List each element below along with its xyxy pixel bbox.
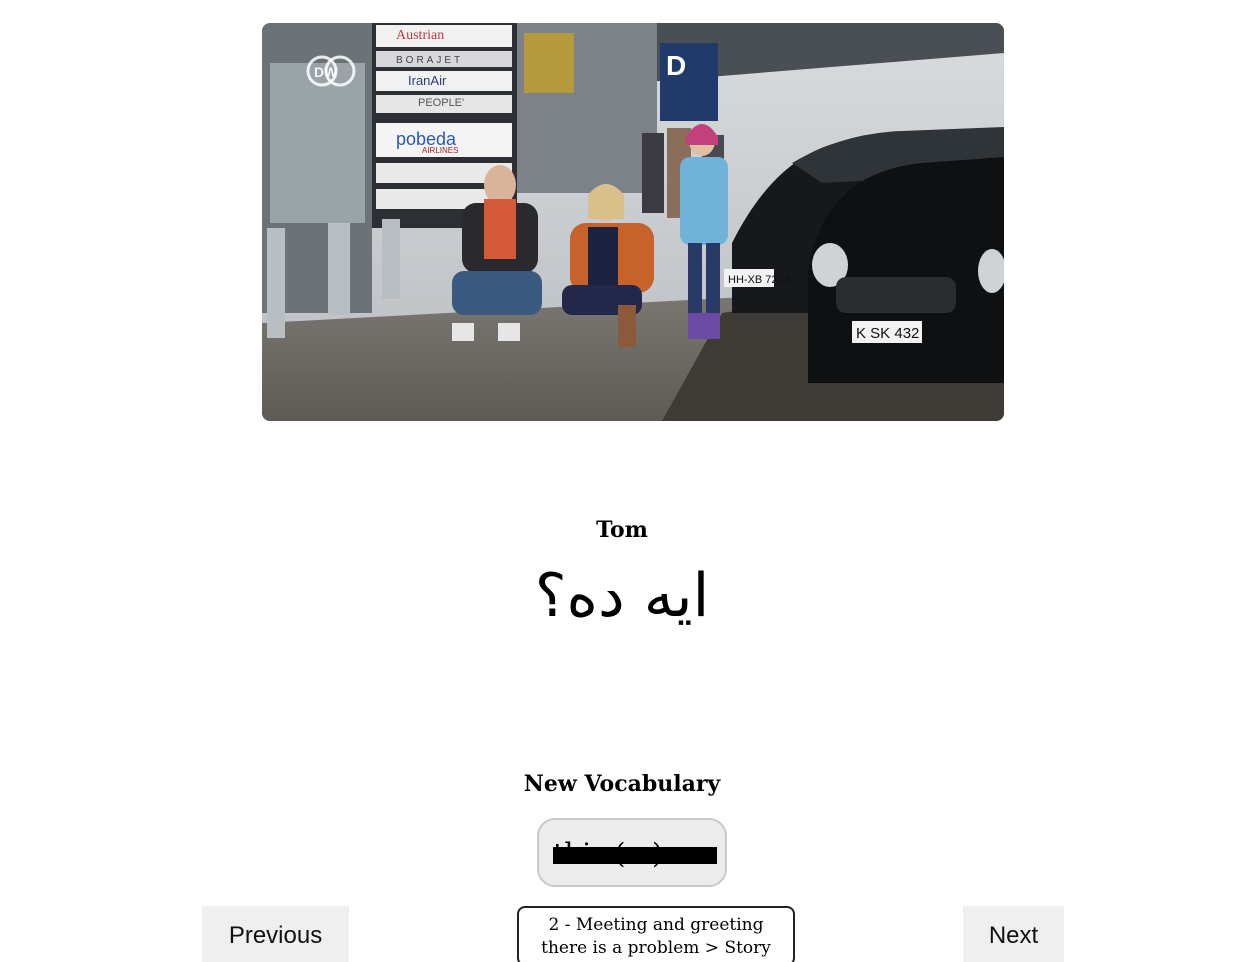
sign-borajet: BORAJET	[396, 55, 463, 66]
dw-logo: DW	[314, 64, 338, 80]
lesson-title: 2 - Meeting and greeting	[548, 915, 764, 935]
lesson-indicator[interactable]: 2 - Meeting and greeting there is a prob…	[517, 906, 795, 962]
story-page: Austrian BORAJET IranAir PEOPLE' pobeda …	[0, 0, 1244, 962]
sign-austrian: Austrian	[396, 28, 444, 43]
vocabulary-chip[interactable]: this (m) : ...	[537, 818, 727, 887]
lesson-story-position: there is a problem > Story 10/11	[541, 938, 771, 962]
scene-image: Austrian BORAJET IranAir PEOPLE' pobeda …	[262, 23, 1004, 421]
sign-iranair: IranAir	[408, 73, 447, 88]
plate-1: HH-XB 7213	[728, 274, 790, 286]
vocabulary-heading: New Vocabulary	[523, 771, 721, 797]
vocabulary-redaction	[553, 847, 717, 864]
sign-people: PEOPLE'	[418, 97, 464, 109]
next-button[interactable]: Next	[963, 906, 1064, 962]
speaker-name: Tom	[596, 517, 648, 543]
previous-button[interactable]: Previous	[202, 906, 349, 962]
sign-airlines: AIRLINES	[422, 146, 458, 155]
dialogue-phrase: ایه ده؟	[534, 561, 710, 631]
gate-sign: D	[666, 50, 686, 81]
plate-2: K SK 432	[856, 325, 919, 342]
